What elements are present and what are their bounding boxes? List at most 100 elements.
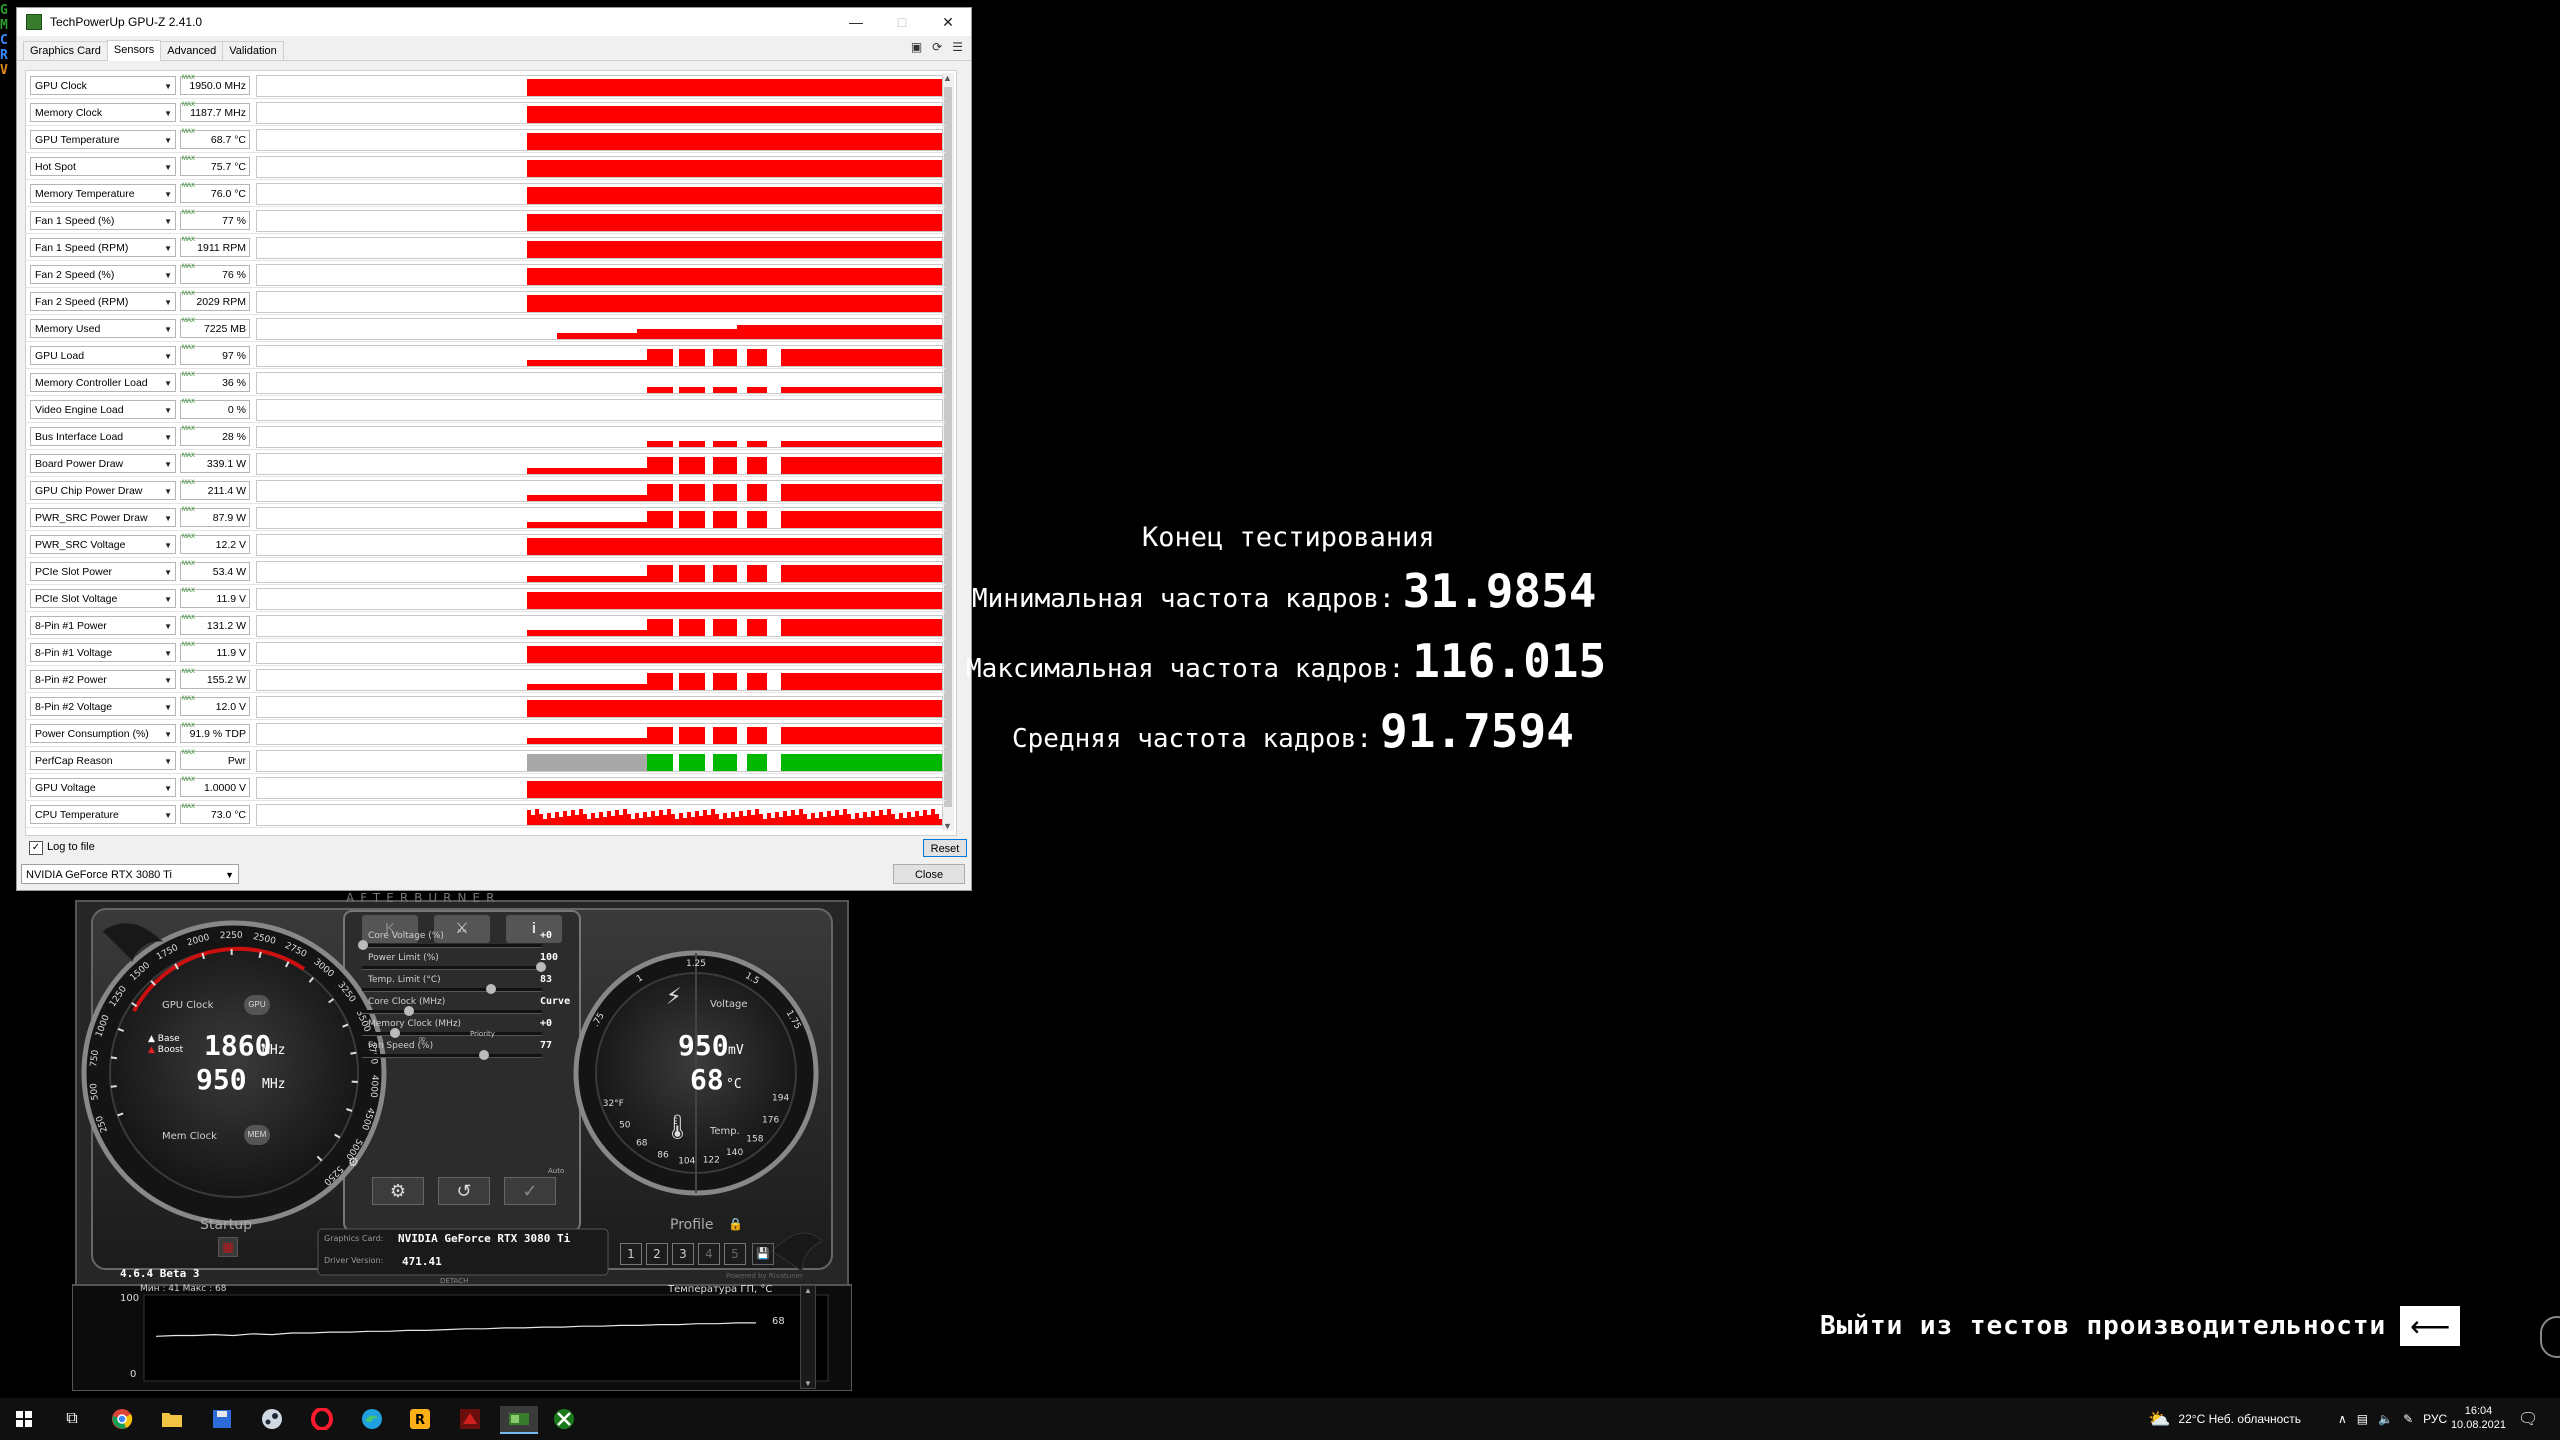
profile-button-3[interactable]: 3 (672, 1243, 694, 1265)
gpuz-taskbar-item[interactable] (500, 1406, 538, 1434)
sensor-name-dropdown[interactable]: 8-Pin #1 Power ▼ (30, 616, 176, 635)
slider-knob[interactable] (358, 940, 368, 950)
chrome-taskbar-item[interactable] (108, 1406, 136, 1432)
sensor-name-dropdown[interactable]: CPU Temperature ▼ (30, 805, 176, 824)
reset-button[interactable]: Reset (923, 839, 967, 857)
profile-button-1[interactable]: 1 (620, 1243, 642, 1265)
sensor-name-dropdown[interactable]: PWR_SRC Voltage ▼ (30, 535, 176, 554)
sensor-name-dropdown[interactable]: Video Engine Load ▼ (30, 400, 176, 419)
camera-icon[interactable]: ▣ (911, 40, 922, 54)
profile-button-2[interactable]: 2 (646, 1243, 668, 1265)
monitor-scrollbar[interactable]: ▲ ▼ (800, 1285, 816, 1389)
slider-knob[interactable] (536, 962, 546, 972)
edge-taskbar-item[interactable] (358, 1406, 386, 1432)
slider-track[interactable] (362, 1032, 542, 1036)
sensor-value-text: 68.7 °C (210, 134, 246, 146)
lock-icon[interactable]: 🔒 (728, 1217, 743, 1231)
sensor-name-dropdown[interactable]: Memory Controller Load ▼ (30, 373, 176, 392)
sensor-name-dropdown[interactable]: Fan 2 Speed (%) ▼ (30, 265, 176, 284)
sensor-name-dropdown[interactable]: GPU Chip Power Draw ▼ (30, 481, 176, 500)
detach-button[interactable]: DETACH (440, 1277, 468, 1285)
fan-settings-icon[interactable]: ⚙ (348, 1155, 359, 1169)
slider-track[interactable] (362, 1054, 542, 1058)
refresh-icon[interactable]: ⟳ (932, 40, 942, 54)
network-icon[interactable]: ▤ (2357, 1412, 2368, 1426)
side-edge-button[interactable] (2540, 1316, 2560, 1358)
profile-button-5[interactable]: 5 (724, 1243, 746, 1265)
tab-validation[interactable]: Validation (222, 41, 284, 60)
language-indicator[interactable]: РУС (2423, 1412, 2447, 1426)
task-view-button[interactable]: ⧉ (58, 1406, 86, 1432)
sensor-name-dropdown[interactable]: Hot Spot ▼ (30, 157, 176, 176)
maximize-button[interactable]: □ (879, 8, 925, 36)
tab-advanced[interactable]: Advanced (160, 41, 224, 60)
sensor-name-dropdown[interactable]: 8-Pin #2 Power ▼ (30, 670, 176, 689)
minimize-button[interactable]: — (833, 8, 879, 36)
reset-settings-button[interactable]: ↺ (438, 1177, 490, 1205)
scroll-up-arrow-icon[interactable]: ▲ (801, 1286, 815, 1295)
mem-button[interactable]: MEM (244, 1125, 270, 1145)
sensor-name-dropdown[interactable]: PCIe Slot Power ▼ (30, 562, 176, 581)
sensor-name-dropdown[interactable]: Power Consumption (%) ▼ (30, 724, 176, 743)
close-window-button[interactable]: ✕ (925, 8, 971, 36)
opera-taskbar-item[interactable] (308, 1406, 336, 1432)
sensor-name-dropdown[interactable]: GPU Load ▼ (30, 346, 176, 365)
sensor-name-dropdown[interactable]: PCIe Slot Voltage ▼ (30, 589, 176, 608)
sensor-name-dropdown[interactable]: Bus Interface Load ▼ (30, 427, 176, 446)
slider-track[interactable] (362, 988, 542, 992)
sensor-row: Memory Used ▼ MAX 7225 MB (26, 316, 946, 342)
link-icon[interactable]: ∞ (418, 1034, 426, 1045)
startup-toggle[interactable]: ▦ (218, 1237, 238, 1257)
sensor-name-dropdown[interactable]: Fan 1 Speed (RPM) ▼ (30, 238, 176, 257)
notifications-button[interactable]: 🗨 (2518, 1398, 2538, 1440)
clock[interactable]: 16:04 10.08.2021 (2451, 1404, 2506, 1432)
sensor-name-dropdown[interactable]: GPU Clock ▼ (30, 76, 176, 95)
tab-sensors[interactable]: Sensors (106, 40, 162, 61)
save-app-taskbar-item[interactable] (208, 1406, 236, 1432)
tab-graphics-card[interactable]: Graphics Card (23, 41, 108, 60)
sensor-name-dropdown[interactable]: GPU Temperature ▼ (30, 130, 176, 149)
sensor-name-dropdown[interactable]: Memory Clock ▼ (30, 103, 176, 122)
sensor-name-dropdown[interactable]: GPU Voltage ▼ (30, 778, 176, 797)
sensor-name-dropdown[interactable]: Memory Temperature ▼ (30, 184, 176, 203)
volume-icon[interactable]: 🔈 (2378, 1412, 2393, 1426)
log-to-file-checkbox[interactable]: ✓ (29, 841, 43, 855)
weather-widget[interactable]: ⛅ 22°C Неб. облачность (2148, 1398, 2301, 1440)
sensor-name-dropdown[interactable]: Board Power Draw ▼ (30, 454, 176, 473)
close-button[interactable]: Close (893, 864, 965, 884)
settings-button[interactable]: ⚙ (372, 1177, 424, 1205)
scroll-down-arrow-icon[interactable]: ▼ (801, 1379, 815, 1388)
profile-button-4[interactable]: 4 (698, 1243, 720, 1265)
xbox-taskbar-item[interactable] (550, 1406, 578, 1432)
exit-benchmark[interactable]: Выйти из тестов производительности ⟵ (1820, 1306, 2461, 1346)
rockstar-taskbar-item[interactable]: R (406, 1406, 434, 1432)
sensor-name-dropdown[interactable]: 8-Pin #1 Voltage ▼ (30, 643, 176, 662)
gpu-button[interactable]: GPU (244, 995, 270, 1015)
sensor-name-dropdown[interactable]: Memory Used ▼ (30, 319, 176, 338)
sensor-name-dropdown[interactable]: 8-Pin #2 Voltage ▼ (30, 697, 176, 716)
exit-benchmark-button[interactable]: ⟵ (2400, 1306, 2461, 1346)
sensor-name-dropdown[interactable]: Fan 1 Speed (%) ▼ (30, 211, 176, 230)
sensor-graph-svg (527, 754, 942, 771)
slider-knob[interactable] (390, 1028, 401, 1038)
gpu-select[interactable]: NVIDIA GeForce RTX 3080 Ti ▼ (21, 864, 239, 884)
exit-benchmark-label[interactable]: Выйти из тестов производительности (1820, 1311, 2386, 1341)
explorer-taskbar-item[interactable] (158, 1406, 186, 1432)
sensor-name-dropdown[interactable]: PWR_SRC Power Draw ▼ (30, 508, 176, 527)
tray-chevron-up-icon[interactable]: ∧ (2338, 1412, 2347, 1426)
info-button[interactable]: i (506, 915, 562, 943)
slider-knob[interactable] (479, 1050, 490, 1060)
slider-track[interactable] (362, 966, 542, 970)
gpuz-titlebar[interactable]: TechPowerUp GPU-Z 2.41.0 — □ ✕ (17, 8, 971, 36)
save-profile-button[interactable]: 💾 (752, 1243, 774, 1265)
start-button[interactable] (10, 1406, 38, 1432)
steam-taskbar-item[interactable] (258, 1406, 286, 1432)
pen-icon[interactable]: ✎ (2403, 1412, 2413, 1426)
apply-button[interactable]: ✓ (504, 1177, 556, 1205)
slider-track[interactable] (362, 1010, 542, 1014)
slider-track[interactable] (362, 944, 542, 948)
sensor-name-dropdown[interactable]: Fan 2 Speed (RPM) ▼ (30, 292, 176, 311)
afterburner-taskbar-item[interactable] (456, 1406, 484, 1432)
menu-icon[interactable]: ☰ (952, 40, 963, 54)
sensor-name-dropdown[interactable]: PerfCap Reason ▼ (30, 751, 176, 770)
